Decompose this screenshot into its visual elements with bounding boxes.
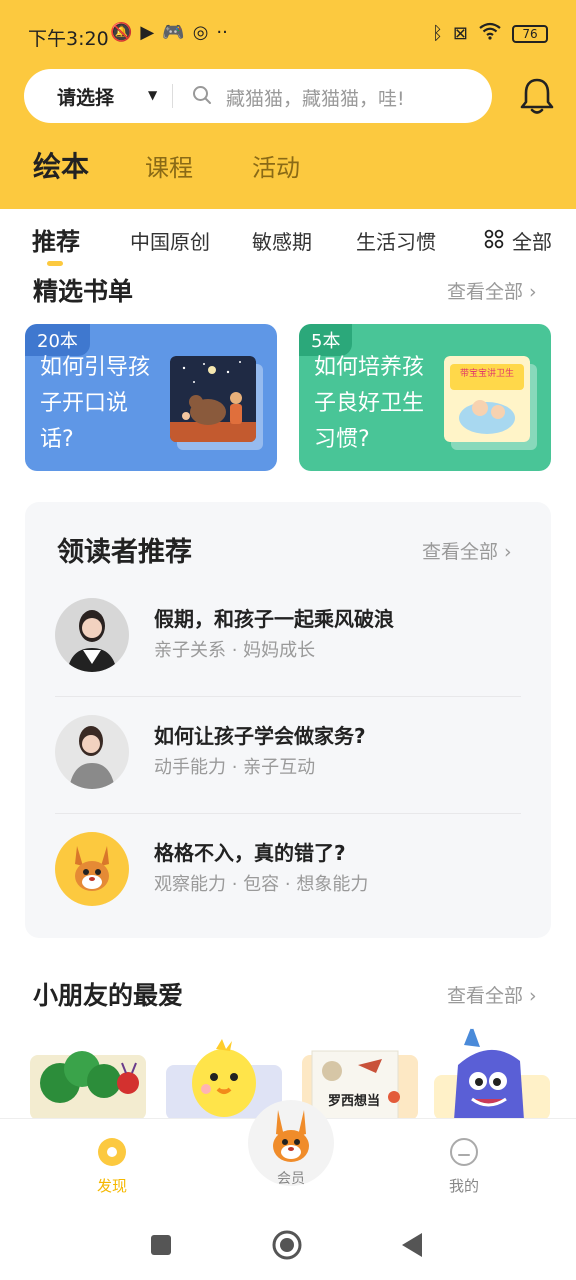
divider bbox=[55, 696, 521, 697]
back-icon[interactable] bbox=[400, 1232, 424, 1258]
recent-apps-icon[interactable] bbox=[150, 1234, 172, 1256]
app-notification-icon: ▶ bbox=[140, 22, 155, 43]
profile-icon bbox=[450, 1138, 478, 1166]
favorite-book-cover[interactable] bbox=[30, 1025, 146, 1120]
booklist-title: 如何引导孩子开口说话? bbox=[40, 355, 151, 452]
status-time: 下午3:20 bbox=[28, 28, 109, 50]
nav-discover[interactable]: 发现 bbox=[82, 1137, 142, 1196]
subtab-all[interactable]: 全部 bbox=[512, 226, 552, 255]
list-item[interactable]: 如何让孩子学会做家务? 动手能力 · 亲子互动 bbox=[25, 715, 551, 832]
search-icon bbox=[193, 86, 211, 104]
subtab-life-habits[interactable]: 生活习惯 bbox=[356, 226, 436, 255]
list-item[interactable]: 格格不入，真的错了? 观察能力 · 包容 · 想象能力 bbox=[25, 832, 551, 949]
tab-activities[interactable]: 活动 bbox=[252, 148, 300, 183]
status-bar: 下午3:20 🔕 ▶ 🎮 ◎ ·· ᛒ ⊠ 76 bbox=[0, 0, 576, 70]
home-icon[interactable] bbox=[272, 1230, 302, 1260]
nav-discover-label: 发现 bbox=[96, 1177, 127, 1195]
booklists-title: 精选书单 bbox=[33, 277, 134, 306]
booklists-see-all-link[interactable]: 查看全部 › bbox=[447, 277, 537, 304]
book-cover-image: 带宝宝讲卫生 bbox=[444, 356, 530, 442]
avatar bbox=[55, 832, 129, 906]
wifi-icon bbox=[478, 22, 502, 45]
leader-item-title: 格格不入，真的错了? bbox=[154, 841, 346, 865]
avatar bbox=[55, 715, 129, 789]
grid-icon[interactable] bbox=[484, 229, 504, 249]
location-icon: ◎ bbox=[192, 22, 209, 43]
bluetooth-icon: ᛒ bbox=[432, 23, 443, 44]
active-tab-indicator bbox=[47, 261, 63, 266]
list-item[interactable]: 假期，和孩子一起乘风破浪 亲子关系 · 妈妈成长 bbox=[25, 598, 551, 715]
discover-icon bbox=[98, 1138, 126, 1166]
nav-mine[interactable]: 我的 bbox=[434, 1137, 494, 1196]
search-divider bbox=[172, 84, 173, 108]
main-tabs: 绘本 课程 活动 bbox=[0, 148, 576, 198]
system-nav-bar bbox=[0, 1210, 576, 1280]
leader-recommend-panel: 领读者推荐 查看全部 › 假期，和孩子一起乘风破浪 亲子关系 · 妈妈成长 如何… bbox=[25, 502, 551, 938]
leader-item-title: 如何让孩子学会做家务? bbox=[154, 724, 366, 748]
cover-text: 带宝宝讲卫生 bbox=[460, 367, 514, 379]
tab-courses[interactable]: 课程 bbox=[145, 148, 193, 183]
favorites-title: 小朋友的最爱 bbox=[33, 981, 184, 1010]
mute-icon: 🔕 bbox=[110, 22, 133, 43]
chevron-down-icon: ▼ bbox=[148, 88, 158, 102]
booklist-title: 如何培养孩子良好卫生习惯? bbox=[314, 355, 425, 452]
nav-mine-label: 我的 bbox=[448, 1177, 479, 1195]
no-sim-icon: ⊠ bbox=[452, 23, 468, 44]
leader-item-tags: 观察能力 · 包容 · 想象能力 bbox=[154, 874, 369, 895]
leaders-title: 领读者推荐 bbox=[57, 537, 192, 568]
booklist-card[interactable]: 20本 如何引导孩子开口说话? bbox=[25, 324, 277, 471]
favorite-book-cover[interactable] bbox=[434, 1025, 550, 1120]
subtab-chinese-original[interactable]: 中国原创 bbox=[130, 226, 210, 255]
book-cover-image bbox=[170, 356, 256, 442]
search-input[interactable]: 藏猫猫，藏猫猫，哇! bbox=[226, 84, 405, 111]
more-dots-icon: ·· bbox=[216, 22, 228, 43]
battery-icon: 76 bbox=[512, 24, 548, 43]
status-notification-icons: 🔕 ▶ 🎮 ◎ ·· bbox=[110, 22, 228, 43]
member-label: 会员 bbox=[277, 1171, 305, 1187]
avatar bbox=[55, 598, 129, 672]
leader-item-tags: 动手能力 · 亲子互动 bbox=[154, 757, 316, 778]
booklist-card[interactable]: 5本 如何培养孩子良好卫生习惯? 带宝宝讲卫生 bbox=[299, 324, 551, 471]
cover-text: 罗西想当 bbox=[328, 1093, 380, 1109]
divider bbox=[55, 813, 521, 814]
bell-icon[interactable] bbox=[518, 76, 556, 116]
leaders-see-all-link[interactable]: 查看全部 › bbox=[422, 537, 512, 564]
app-header: 下午3:20 🔕 ▶ 🎮 ◎ ·· ᛒ ⊠ 76 请选择 ▼ 藏猫猫，藏猫猫，哇… bbox=[0, 0, 576, 209]
favorites-see-all-link[interactable]: 查看全部 › bbox=[447, 981, 537, 1008]
status-system-icons: ᛒ ⊠ 76 bbox=[432, 22, 548, 45]
tab-picture-books[interactable]: 绘本 bbox=[33, 145, 89, 185]
subtab-sensitive-period[interactable]: 敏感期 bbox=[252, 226, 312, 255]
game-icon: 🎮 bbox=[162, 22, 185, 43]
search-bar[interactable]: 请选择 ▼ 藏猫猫，藏猫猫，哇! bbox=[24, 69, 492, 123]
category-selector[interactable]: 请选择 bbox=[57, 83, 114, 110]
subtab-recommend[interactable]: 推荐 bbox=[32, 222, 80, 257]
leader-item-tags: 亲子关系 · 妈妈成长 bbox=[154, 640, 316, 661]
leader-item-title: 假期，和孩子一起乘风破浪 bbox=[154, 607, 394, 631]
